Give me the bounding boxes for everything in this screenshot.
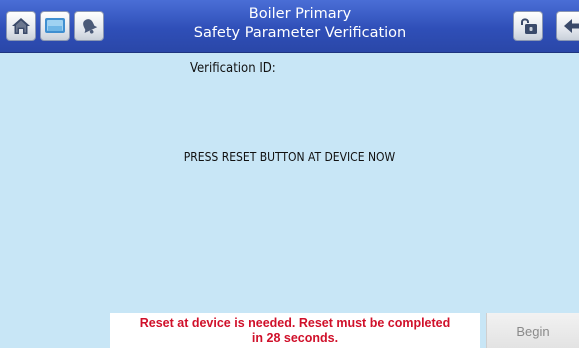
- title-line-1: Boiler Primary: [248, 6, 352, 22]
- alarm-bell-icon: [83, 19, 98, 34]
- home-icon: [12, 18, 30, 34]
- status-line-1: Reset at device is needed. Reset must be…: [139, 316, 451, 330]
- verification-id-label: Verification ID:: [190, 61, 276, 76]
- screen-button[interactable]: [40, 11, 70, 41]
- status-message: Reset at device is needed. Reset must be…: [110, 313, 480, 348]
- safety-verification-screen: Boiler Primary Safety Parameter Verifica…: [0, 0, 579, 348]
- instruction-message: PRESS RESET BUTTON AT DEVICE NOW: [183, 150, 396, 164]
- lock-icon: [521, 18, 537, 34]
- title-line-2: Safety Parameter Verification: [193, 25, 407, 41]
- lock-button[interactable]: [513, 11, 543, 41]
- page-title: Boiler Primary Safety Parameter Verifica…: [120, 5, 480, 43]
- alarm-button[interactable]: [74, 11, 104, 41]
- status-line-2: in 28 seconds.: [251, 331, 339, 345]
- back-button[interactable]: [556, 11, 579, 41]
- back-arrow-icon: [564, 19, 579, 33]
- begin-button[interactable]: Begin: [486, 313, 579, 348]
- home-button[interactable]: [6, 11, 36, 41]
- title-bar: Boiler Primary Safety Parameter Verifica…: [0, 0, 579, 53]
- screen-icon: [45, 18, 65, 33]
